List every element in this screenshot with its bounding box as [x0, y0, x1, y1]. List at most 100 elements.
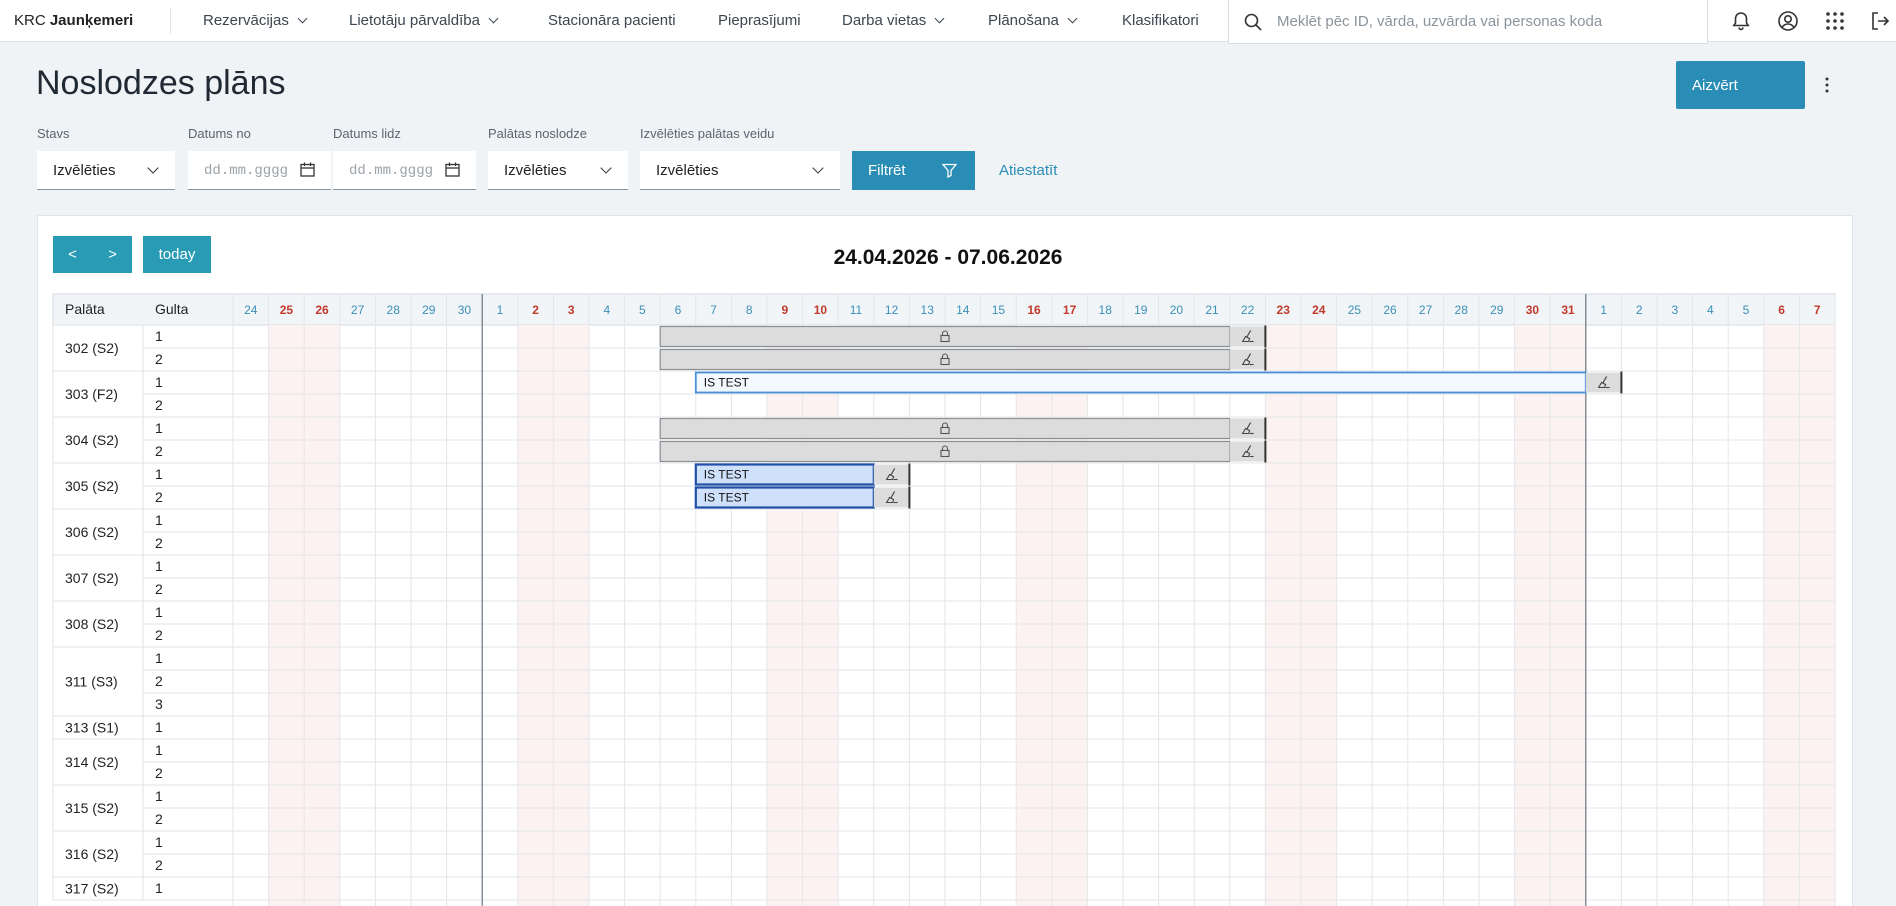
filter-button-label: Filtrēt [868, 162, 906, 179]
bed-number: 1 [155, 834, 163, 850]
bell-icon[interactable] [1730, 10, 1752, 32]
filter-stavs-label: Stavs [37, 126, 70, 141]
bed-number: 1 [155, 420, 163, 436]
booking-label: IS TEST [704, 468, 750, 482]
close-button[interactable]: Aizvērt [1676, 61, 1805, 109]
bed-number: 1 [155, 466, 163, 482]
user-circle-icon[interactable] [1777, 10, 1799, 32]
select-value: Izvēlēties [656, 162, 719, 179]
day-header: 24 [1312, 303, 1326, 317]
more-vertical-icon[interactable] [1824, 76, 1830, 94]
filter-room-type-select[interactable]: Izvēlēties [640, 151, 840, 190]
day-header: 19 [1134, 303, 1148, 317]
nav-item-klasifikatori[interactable]: Klasifikatori [1122, 12, 1199, 29]
booking-label: IS TEST [704, 376, 750, 390]
global-search[interactable] [1228, 0, 1708, 44]
weekend-column [1763, 325, 1800, 906]
weekend-column [1051, 325, 1088, 906]
bed-number: 2 [155, 581, 163, 597]
nav-item-label: Stacionāra pacienti [548, 12, 676, 29]
weekend-column [268, 325, 305, 906]
bed-number: 2 [155, 857, 163, 873]
bed-number: 2 [155, 397, 163, 413]
filter-date-to-label: Datums lidz [333, 126, 401, 141]
day-header: 4 [1707, 303, 1714, 317]
reset-link[interactable]: Atiestatīt [999, 162, 1057, 179]
room-name: 316 (S2) [65, 846, 119, 862]
room-name: 304 (S2) [65, 432, 119, 448]
bed-number: 1 [155, 880, 163, 896]
booking-bar[interactable] [659, 348, 1231, 371]
room-name: 306 (S2) [65, 524, 119, 540]
chevron-down-icon [934, 13, 945, 24]
day-header: 27 [351, 303, 365, 317]
booking-bar[interactable] [659, 417, 1231, 440]
chevron-down-icon [297, 13, 308, 24]
date-placeholder: dd.mm.gggg [349, 163, 434, 179]
day-header: 24 [244, 303, 258, 317]
filter-date-from-label: Datums no [188, 126, 251, 141]
room-name: 305 (S2) [65, 478, 119, 494]
nav-item-label: Rezervācijas [203, 12, 289, 29]
day-header: 25 [280, 303, 294, 317]
room-name: 303 (F2) [65, 386, 118, 402]
header-room: Palāta [65, 301, 105, 317]
day-header: 25 [1348, 303, 1362, 317]
bed-number: 1 [155, 374, 163, 390]
nav-item-darba-vietas[interactable]: Darba vietas [842, 12, 945, 29]
bed-number: 1 [155, 788, 163, 804]
day-header: 16 [1027, 303, 1041, 317]
day-header: 3 [568, 303, 575, 317]
calendar-icon[interactable] [445, 162, 460, 177]
booking-bar[interactable] [659, 440, 1231, 463]
day-header: 12 [885, 303, 899, 317]
booking-bar[interactable] [694, 371, 1587, 394]
filter-stavs-select[interactable]: Izvēlēties [37, 151, 175, 190]
day-header: 1 [497, 303, 504, 317]
date-to-field[interactable]: dd.mm.gggg [333, 151, 476, 190]
day-header: 8 [746, 303, 753, 317]
day-header: 30 [1526, 303, 1540, 317]
chevron-down-icon [1067, 13, 1078, 24]
nav-divider [170, 8, 171, 34]
nav-item-label: Lietotāju pārvaldība [349, 12, 480, 29]
filter-load-select[interactable]: Izvēlēties [488, 151, 628, 190]
bed-number: 2 [155, 811, 163, 827]
search-input[interactable] [1277, 0, 1697, 42]
nav-item-stacionara-pacienti[interactable]: Stacionāra pacienti [548, 12, 676, 29]
room-name: 307 (S2) [65, 570, 119, 586]
nav-item-rezervacijas[interactable]: Rezervācijas [203, 12, 308, 29]
chevron-down-icon [147, 162, 159, 174]
search-icon [1244, 13, 1262, 31]
day-header: 7 [1814, 303, 1821, 317]
chevron-down-icon [600, 162, 612, 174]
filter-button[interactable]: Filtrēt [852, 151, 975, 190]
nav-item-lietotaju-parvaldiba[interactable]: Lietotāju pārvaldība [349, 12, 499, 29]
logout-icon[interactable] [1869, 10, 1891, 32]
day-header: 18 [1099, 303, 1113, 317]
room-name: 315 (S2) [65, 800, 119, 816]
bed-number: 1 [155, 742, 163, 758]
day-header: 28 [1455, 303, 1469, 317]
day-header: 7 [710, 303, 717, 317]
booking-label: IS TEST [704, 491, 750, 505]
weekend-column [553, 325, 589, 906]
weekend-column [517, 325, 554, 906]
bed-number: 2 [155, 765, 163, 781]
date-range-title: 24.04.2026 - 07.06.2026 [833, 246, 1063, 269]
calendar-icon[interactable] [300, 162, 315, 177]
booking-bar[interactable] [659, 325, 1231, 348]
apps-grid-icon[interactable] [1824, 10, 1846, 32]
nav-item-planosana[interactable]: Plānošana [988, 12, 1078, 29]
day-header: 11 [850, 303, 863, 317]
day-header: 29 [422, 303, 436, 317]
nav-item-pieprasijumi[interactable]: Pieprasījumi [718, 12, 801, 29]
day-header: 30 [458, 303, 472, 317]
day-header: 26 [1383, 303, 1397, 317]
brand-logo[interactable]: KRC Jaunķemeri [14, 12, 133, 29]
date-from-field[interactable]: dd.mm.gggg [188, 151, 331, 190]
day-header: 9 [781, 303, 788, 317]
weekend-column [1550, 325, 1586, 906]
chevron-down-icon [488, 13, 499, 24]
date-placeholder: dd.mm.gggg [204, 163, 289, 179]
